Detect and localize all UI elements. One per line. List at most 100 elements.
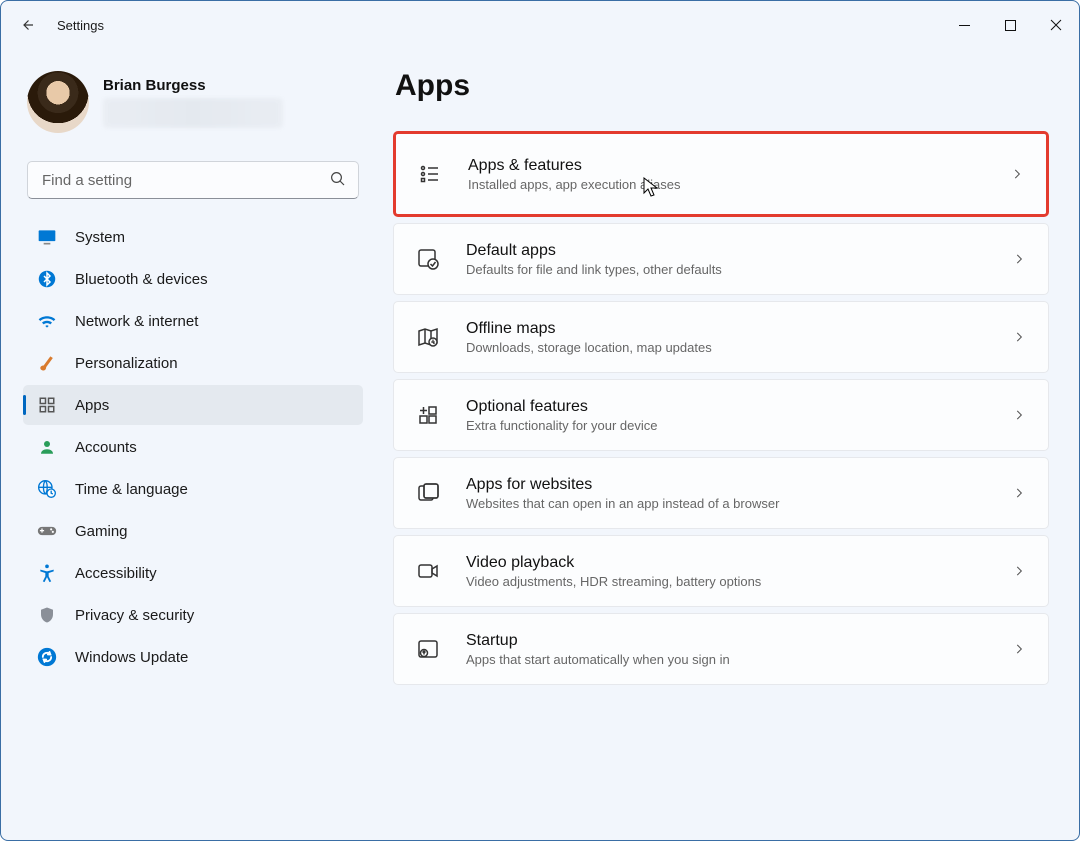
card-subtitle: Downloads, storage location, map updates <box>466 340 986 355</box>
nav-item-label: System <box>75 229 125 246</box>
sidebar-item-windows-update[interactable]: Windows Update <box>23 637 363 677</box>
search-wrap <box>27 161 359 199</box>
card-title: Default apps <box>466 242 986 260</box>
nav-item-label: Accounts <box>75 439 137 456</box>
close-button[interactable] <box>1033 9 1079 41</box>
nav-item-label: Time & language <box>75 481 188 498</box>
settings-window: Settings Brian Burgess <box>0 0 1080 841</box>
back-button[interactable] <box>13 11 41 39</box>
brush-icon <box>37 353 57 373</box>
profile-email-redacted <box>103 98 283 128</box>
sidebar-item-privacy-security[interactable]: Privacy & security <box>23 595 363 635</box>
content-area: Brian Burgess System Bluetooth & devices… <box>1 49 1079 840</box>
card-subtitle: Extra functionality for your device <box>466 418 986 433</box>
chevron-right-icon <box>1012 642 1026 656</box>
card-title: Optional features <box>466 398 986 416</box>
card-optional-features[interactable]: Optional features Extra functionality fo… <box>393 379 1049 451</box>
search-icon <box>329 170 347 188</box>
card-title: Apps & features <box>468 157 984 175</box>
card-text: Optional features Extra functionality fo… <box>466 398 986 433</box>
card-subtitle: Video adjustments, HDR streaming, batter… <box>466 574 986 589</box>
maximize-icon <box>1005 20 1016 31</box>
card-title: Offline maps <box>466 320 986 338</box>
profile-name: Brian Burgess <box>103 77 283 94</box>
monitor-icon <box>37 227 57 247</box>
card-apps-for-websites[interactable]: Apps for websites Websites that can open… <box>393 457 1049 529</box>
card-apps-features[interactable]: Apps & features Installed apps, app exec… <box>393 131 1049 217</box>
chevron-right-icon <box>1012 408 1026 422</box>
wifi-icon <box>37 311 57 331</box>
bluetooth-icon <box>37 269 57 289</box>
chevron-right-icon <box>1010 167 1024 181</box>
main-pane: Apps Apps & features Installed apps, app… <box>393 67 1049 830</box>
card-text: Startup Apps that start automatically wh… <box>466 632 986 667</box>
minimize-icon <box>959 20 970 31</box>
card-text: Video playback Video adjustments, HDR st… <box>466 554 986 589</box>
map-icon <box>416 325 440 349</box>
maximize-button[interactable] <box>987 9 1033 41</box>
sidebar-item-apps[interactable]: Apps <box>23 385 363 425</box>
nav-item-label: Windows Update <box>75 649 188 666</box>
window-controls <box>941 9 1079 41</box>
nav-item-label: Bluetooth & devices <box>75 271 208 288</box>
page-title: Apps <box>395 69 1049 103</box>
person-icon <box>37 437 57 457</box>
search-input[interactable] <box>27 161 359 199</box>
nav-item-label: Network & internet <box>75 313 198 330</box>
minimize-button[interactable] <box>941 9 987 41</box>
card-subtitle: Websites that can open in an app instead… <box>466 496 986 511</box>
globe-clock-icon <box>37 479 57 499</box>
nav-item-label: Personalization <box>75 355 178 372</box>
card-text: Apps for websites Websites that can open… <box>466 476 986 511</box>
gamepad-icon <box>37 521 57 541</box>
titlebar: Settings <box>1 1 1079 49</box>
cards-list: Apps & features Installed apps, app exec… <box>393 131 1049 685</box>
card-title: Startup <box>466 632 986 650</box>
card-title: Video playback <box>466 554 986 572</box>
nav-item-label: Apps <box>75 397 109 414</box>
sidebar-item-personalization[interactable]: Personalization <box>23 343 363 383</box>
nav-item-label: Privacy & security <box>75 607 194 624</box>
close-icon <box>1050 19 1062 31</box>
update-icon <box>37 647 57 667</box>
shield-icon <box>37 605 57 625</box>
card-text: Apps & features Installed apps, app exec… <box>468 157 984 192</box>
nav-item-label: Gaming <box>75 523 128 540</box>
card-text: Offline maps Downloads, storage location… <box>466 320 986 355</box>
nav-item-label: Accessibility <box>75 565 157 582</box>
card-default-apps[interactable]: Default apps Defaults for file and link … <box>393 223 1049 295</box>
card-text: Default apps Defaults for file and link … <box>466 242 986 277</box>
sidebar-item-system[interactable]: System <box>23 217 363 257</box>
web-app-icon <box>416 481 440 505</box>
startup-icon <box>416 637 440 661</box>
card-video-playback[interactable]: Video playback Video adjustments, HDR st… <box>393 535 1049 607</box>
chevron-right-icon <box>1012 252 1026 266</box>
apps-icon <box>37 395 57 415</box>
avatar <box>27 71 89 133</box>
chevron-right-icon <box>1012 564 1026 578</box>
list-check-icon <box>418 162 442 186</box>
app-title: Settings <box>57 18 104 33</box>
nav-list: System Bluetooth & devices Network & int… <box>23 217 363 677</box>
default-app-icon <box>416 247 440 271</box>
card-subtitle: Apps that start automatically when you s… <box>466 652 986 667</box>
accessibility-icon <box>37 563 57 583</box>
sidebar-item-bluetooth-devices[interactable]: Bluetooth & devices <box>23 259 363 299</box>
sidebar-item-accessibility[interactable]: Accessibility <box>23 553 363 593</box>
sidebar: Brian Burgess System Bluetooth & devices… <box>23 67 363 830</box>
chevron-right-icon <box>1012 330 1026 344</box>
sidebar-item-accounts[interactable]: Accounts <box>23 427 363 467</box>
card-subtitle: Installed apps, app execution aliases <box>468 177 984 192</box>
video-icon <box>416 559 440 583</box>
card-subtitle: Defaults for file and link types, other … <box>466 262 986 277</box>
sidebar-item-time-language[interactable]: Time & language <box>23 469 363 509</box>
card-title: Apps for websites <box>466 476 986 494</box>
sidebar-item-gaming[interactable]: Gaming <box>23 511 363 551</box>
profile-section[interactable]: Brian Burgess <box>23 67 363 143</box>
sidebar-item-network-internet[interactable]: Network & internet <box>23 301 363 341</box>
card-offline-maps[interactable]: Offline maps Downloads, storage location… <box>393 301 1049 373</box>
arrow-left-icon <box>18 16 36 34</box>
plus-grid-icon <box>416 403 440 427</box>
card-startup[interactable]: Startup Apps that start automatically wh… <box>393 613 1049 685</box>
chevron-right-icon <box>1012 486 1026 500</box>
